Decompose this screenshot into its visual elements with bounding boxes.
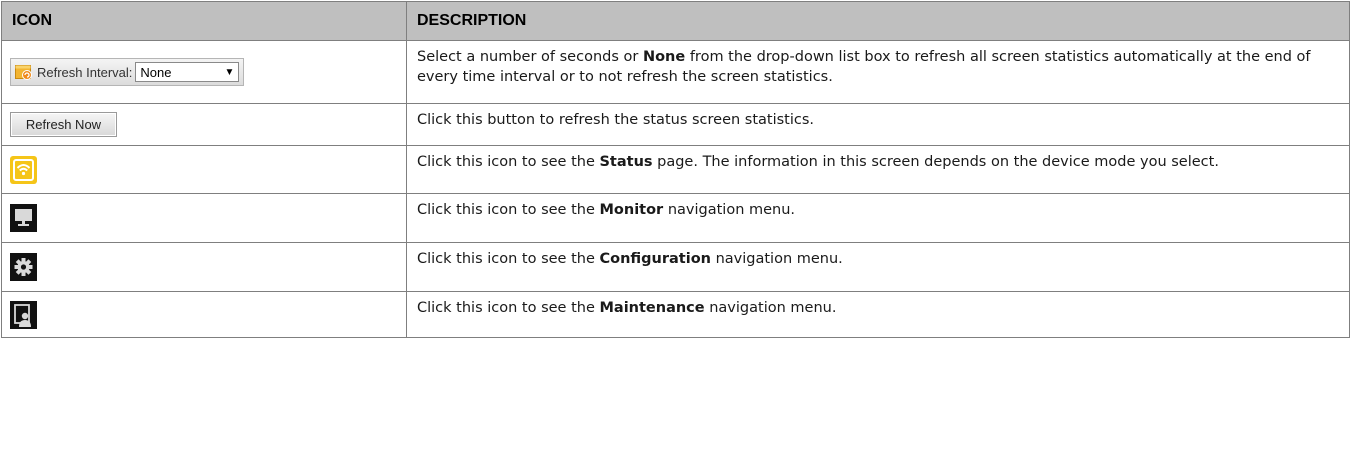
- table-row: Click this icon to see the Status page. …: [1, 145, 1350, 194]
- icon-cell: Refresh Now: [1, 103, 407, 146]
- refresh-now-button[interactable]: Refresh Now: [10, 112, 117, 137]
- gear-icon[interactable]: [10, 253, 37, 281]
- refresh-interval-control: Refresh Interval: None ▼: [10, 58, 245, 86]
- table-row: Click this icon to see the Monitor navig…: [1, 193, 1350, 243]
- icon-cell: Refresh Interval: None ▼: [1, 40, 407, 104]
- monitor-icon[interactable]: [10, 204, 37, 232]
- description-text: Click this icon to see the: [417, 202, 600, 218]
- refresh-interval-value: None: [140, 64, 172, 80]
- description-text: Click this icon to see the: [417, 154, 600, 170]
- icon-cell: [1, 145, 407, 194]
- icon-cell: [1, 242, 407, 292]
- refresh-interval-label: Refresh Interval:: [37, 64, 133, 80]
- table-row: Refresh Now Click this button to refresh…: [1, 103, 1350, 146]
- description-bold-term: Configuration: [599, 251, 711, 267]
- description-cell: Click this icon to see the Monitor navig…: [406, 193, 1350, 243]
- description-text: navigation menu.: [704, 300, 837, 316]
- header-icon: ICON: [1, 1, 407, 41]
- description-text: Click this icon to see the: [417, 300, 600, 316]
- description-text: Select a number of seconds or: [417, 49, 643, 65]
- refresh-interval-select[interactable]: None ▼: [135, 62, 240, 82]
- table-header-row: ICON DESCRIPTION: [1, 1, 1350, 41]
- description-bold-term: Status: [599, 154, 653, 170]
- header-description: DESCRIPTION: [406, 1, 1350, 41]
- table-row: Refresh Interval: None ▼ Select a number…: [1, 40, 1350, 104]
- description-cell: Select a number of seconds or None from …: [406, 40, 1350, 104]
- description-text: page. The information in this screen dep…: [652, 154, 1219, 170]
- table-row: Click this icon to see the Maintenance n…: [1, 291, 1350, 338]
- icon-cell: [1, 291, 407, 338]
- description-cell: Click this icon to see the Status page. …: [406, 145, 1350, 194]
- description-bold-term: Maintenance: [599, 300, 705, 316]
- description-text: navigation menu.: [710, 251, 843, 267]
- refresh-interval-icon: [15, 64, 33, 80]
- description-cell: Click this icon to see the Maintenance n…: [406, 291, 1350, 338]
- maintenance-icon[interactable]: [10, 300, 37, 329]
- description-bold-term: None: [642, 49, 686, 65]
- icon-cell: [1, 193, 407, 243]
- description-bold-term: Monitor: [599, 202, 664, 218]
- table-row: Click this icon to see the Configuration…: [1, 242, 1350, 292]
- description-text: Click this icon to see the: [417, 251, 600, 267]
- description-cell: Click this button to refresh the status …: [406, 103, 1350, 146]
- description-text: Click this button to refresh the status …: [417, 112, 815, 128]
- description-cell: Click this icon to see the Configuration…: [406, 242, 1350, 292]
- chevron-down-icon: ▼: [224, 66, 235, 78]
- status-icon[interactable]: [10, 155, 37, 184]
- icon-description-table: ICON DESCRIPTION Refresh Interval: None …: [1, 1, 1350, 338]
- description-text: navigation menu.: [663, 202, 796, 218]
